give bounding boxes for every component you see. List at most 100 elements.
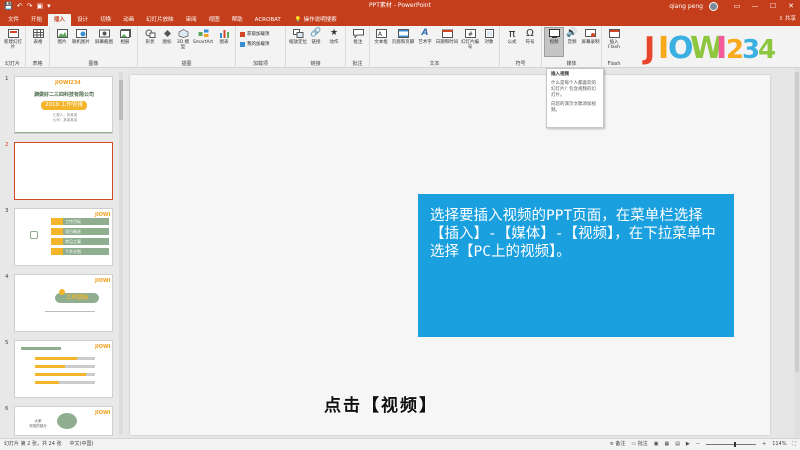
thumbnail-scrollbar[interactable]: [119, 72, 123, 434]
language-indicator[interactable]: 中文(中国): [70, 439, 94, 450]
normal-view-icon[interactable]: ▣: [654, 439, 659, 450]
avatar[interactable]: [709, 1, 718, 11]
textbox-button[interactable]: A 文本框: [372, 28, 390, 45]
textbox-icon: A: [375, 28, 387, 39]
tell-me-search[interactable]: 💡 操作说明搜索: [295, 14, 337, 26]
slide-thumbnail-5[interactable]: JIOWI: [14, 340, 113, 398]
tab-review[interactable]: 审阅: [180, 14, 203, 26]
thumb-item: 常见之事: [63, 238, 109, 245]
my-addins-button[interactable]: 我的加载项: [240, 41, 270, 47]
save-icon[interactable]: 💾: [4, 0, 13, 12]
slideshow-icon[interactable]: ▶: [686, 439, 690, 450]
3d-model-button[interactable]: 3D 模型: [175, 28, 191, 50]
wordart-button[interactable]: A 艺术字: [416, 28, 434, 45]
slide-thumbnail-6[interactable]: JIOWI 大家 完成的部分: [14, 406, 113, 436]
share-button[interactable]: ⇪ 共享: [779, 14, 796, 24]
start-presentation-icon[interactable]: ▣: [36, 0, 43, 12]
tab-help[interactable]: 帮助: [226, 14, 249, 26]
fit-slide-icon[interactable]: ⛶: [792, 439, 796, 450]
table-button[interactable]: 表格: [30, 28, 46, 45]
thumb-company: 渊做好二三四科技有限公司: [33, 92, 94, 98]
title-bar: 💾 ↶ ↷ ▣ ▾ PPT素材 - PowerPoint qiang peng …: [0, 0, 800, 12]
online-picture-button[interactable]: 联机图片: [70, 28, 92, 45]
slide-thumbnail-1[interactable]: JIOWI234 渊做好二三四科技有限公司 2019 工作安排 汇报人：张某某 …: [14, 76, 113, 134]
comment-button[interactable]: 批注: [350, 28, 366, 45]
zoom-out-button[interactable]: −: [696, 439, 700, 450]
tab-slideshow[interactable]: 幻灯片放映: [140, 14, 180, 26]
thumb-logo: JIOWI: [95, 278, 111, 284]
new-slide-button[interactable]: 新建幻灯片: [4, 28, 22, 50]
group-label-text: 文本: [429, 61, 440, 67]
reading-view-icon[interactable]: ▤: [675, 439, 680, 450]
screen-record-button[interactable]: 屏幕录制: [581, 28, 600, 45]
tooltip-title: 插入视频: [551, 72, 569, 77]
header-footer-button[interactable]: 页眉和页脚: [390, 28, 416, 45]
tab-animations[interactable]: 动画: [117, 14, 140, 26]
slide-number-button[interactable]: # 幻灯片编号: [460, 28, 480, 50]
chart-icon: [218, 28, 230, 39]
svg-text:#: #: [468, 31, 473, 38]
insert-flash-button[interactable]: 插入 Flash: [605, 28, 623, 50]
zoom-knob[interactable]: [733, 442, 736, 447]
customize-qat-icon[interactable]: ▾: [47, 0, 51, 12]
link-button[interactable]: 🔗 链接: [308, 28, 324, 45]
chart-button[interactable]: 图表: [215, 28, 233, 45]
shapes-button[interactable]: 形状: [141, 28, 159, 45]
slide-thumbnail-4[interactable]: JIOWI 工作目标: [14, 274, 113, 332]
user-name[interactable]: qiang peng: [669, 3, 703, 10]
action-button[interactable]: ★ 动作: [326, 28, 342, 45]
instruction-box[interactable]: 选择要插入视频的PPT页面，在菜单栏选择【插入】-【媒体】-【视频】，在下拉菜单…: [418, 194, 734, 337]
icons-icon: [161, 28, 173, 39]
screenshot-icon: [98, 28, 110, 39]
maximize-button[interactable]: ☐: [764, 0, 782, 12]
tab-insert[interactable]: 插入: [48, 14, 72, 26]
equation-button[interactable]: π 公式: [503, 28, 521, 45]
tab-view[interactable]: 视图: [203, 14, 226, 26]
symbol-button[interactable]: Ω 符号: [521, 28, 539, 45]
object-button[interactable]: 对象: [480, 28, 498, 45]
slide-thumbnail-3[interactable]: JIOWI 工作目标 项目概述 常见之事 下步计划: [14, 208, 113, 266]
tab-design[interactable]: 设计: [71, 14, 94, 26]
icons-button[interactable]: 图标: [159, 28, 175, 45]
group-images: 图片 联机图片 屏幕截图 相册 图像: [50, 26, 138, 68]
tab-file[interactable]: 文件: [2, 14, 25, 26]
tab-acrobat[interactable]: ACROBAT: [249, 14, 287, 26]
speaker-icon: 🔊: [566, 28, 578, 38]
smartart-button[interactable]: SmartArt: [191, 28, 215, 45]
audio-button[interactable]: 🔊 音频: [564, 28, 580, 45]
datetime-button[interactable]: 日期和时间: [434, 28, 460, 45]
slide-sorter-icon[interactable]: ▦: [664, 439, 669, 450]
notes-button[interactable]: ≡ 备注: [610, 439, 626, 450]
minimize-button[interactable]: —: [746, 0, 764, 12]
link-icon: 🔗: [310, 28, 322, 38]
album-icon: [119, 28, 131, 39]
video-button[interactable]: 视频: [544, 27, 564, 57]
picture-button[interactable]: 图片: [54, 28, 70, 45]
comments-button[interactable]: ▭ 批注: [631, 439, 647, 450]
redo-icon[interactable]: ↷: [27, 0, 33, 12]
get-addins-button[interactable]: 获取加载项: [240, 31, 270, 37]
thumb-number: 6: [5, 406, 9, 412]
zoom-in-button[interactable]: +: [762, 439, 766, 450]
zoom-level[interactable]: 114%: [772, 439, 786, 450]
slide-canvas[interactable]: 选择要插入视频的PPT页面，在菜单栏选择【插入】-【媒体】-【视频】，在下拉菜单…: [130, 75, 770, 435]
zoom-button[interactable]: 缩放定位: [288, 28, 308, 45]
tab-home[interactable]: 开始: [25, 14, 48, 26]
tab-transitions[interactable]: 切换: [94, 14, 117, 26]
slide-scrollbar[interactable]: [794, 68, 800, 438]
flash-icon: [608, 28, 620, 39]
thumb-number: 5: [5, 340, 9, 346]
slide-thumbnail-2[interactable]: [14, 142, 113, 200]
share-icon: ⇪: [778, 16, 784, 22]
album-button[interactable]: 相册: [116, 28, 134, 45]
undo-icon[interactable]: ↶: [17, 0, 23, 12]
video-subtitle: 点击【视频】: [324, 396, 438, 416]
zoom-slider[interactable]: [705, 442, 756, 447]
online-picture-icon: [75, 28, 87, 39]
screenshot-button[interactable]: 屏幕截图: [92, 28, 116, 45]
group-slides: 新建幻灯片 幻灯片: [0, 26, 26, 68]
close-button[interactable]: ✕: [782, 0, 800, 12]
ribbon-display-icon[interactable]: ▭: [728, 0, 746, 12]
group-label-flash: Flash: [607, 61, 621, 67]
group-label-tables: 表格: [32, 61, 43, 67]
